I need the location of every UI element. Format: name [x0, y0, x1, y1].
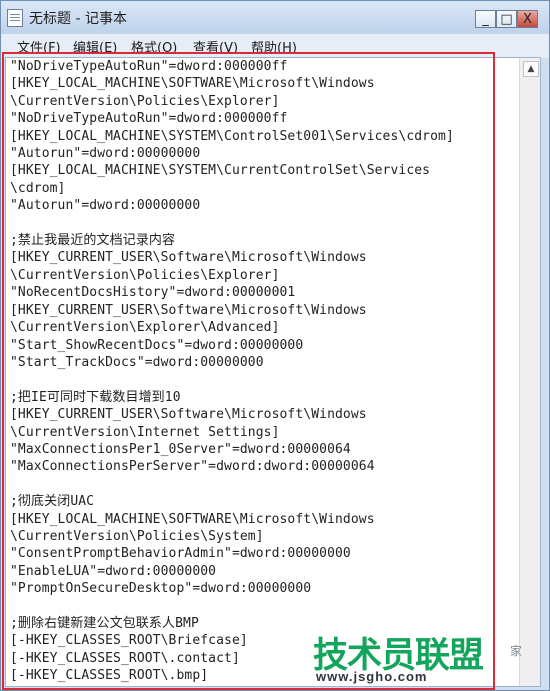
scroll-up-arrow-icon[interactable]: ▲ [523, 61, 539, 77]
minimize-button[interactable]: _ [475, 10, 496, 28]
window-title: 无标题 - 记事本 [29, 11, 127, 27]
notepad-app-icon [7, 9, 23, 27]
close-button[interactable]: X [517, 10, 538, 28]
registry-text: "NoDriveTypeAutoRun"=dword:000000ff [HKE… [10, 59, 454, 684]
notepad-window: 无标题 - 记事本 _ □ X 文件(F) 编辑(E) 格式(O) 查看(V) … [0, 0, 550, 691]
title-bar[interactable]: 无标题 - 记事本 _ □ X [1, 1, 549, 33]
editor-text-area[interactable]: "NoDriveTypeAutoRun"=dword:000000ff [HKE… [10, 58, 490, 686]
maximize-button[interactable]: □ [496, 10, 517, 28]
menu-edit[interactable]: 编辑(E) [73, 37, 117, 56]
menu-format[interactable]: 格式(O) [131, 37, 177, 56]
vertical-scrollbar[interactable]: ▲ [519, 58, 540, 686]
scroll-thumb[interactable] [523, 78, 537, 678]
text-editor[interactable]: "NoDriveTypeAutoRun"=dword:000000ff [HKE… [5, 57, 541, 687]
menu-file[interactable]: 文件(F) [17, 37, 61, 56]
menu-bar: 文件(F) 编辑(E) 格式(O) 查看(V) 帮助(H) [1, 33, 549, 58]
menu-view[interactable]: 查看(V) [193, 37, 238, 56]
menu-help[interactable]: 帮助(H) [251, 37, 297, 56]
